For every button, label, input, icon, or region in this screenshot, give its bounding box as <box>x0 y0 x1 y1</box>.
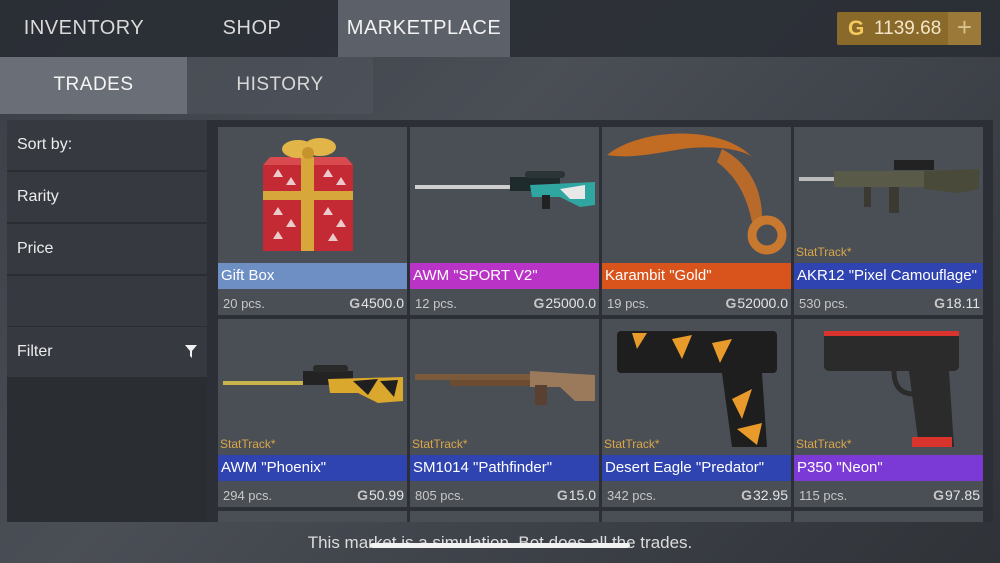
item-price: G52000.0 <box>725 295 789 311</box>
home-indicator[interactable] <box>370 543 630 548</box>
stattrack-tag: StatTrack* <box>796 245 852 259</box>
karambit-knife-icon <box>607 133 787 255</box>
sniper-rifle-icon <box>223 365 403 403</box>
sort-option-price[interactable]: Price <box>7 224 207 274</box>
tab-history[interactable]: HISTORY <box>187 57 373 114</box>
item-name: SM1014 "Pathfinder" <box>410 455 599 481</box>
funnel-icon <box>185 345 197 358</box>
item-card-partial[interactable] <box>602 511 791 522</box>
item-name: Desert Eagle "Predator" <box>602 455 791 481</box>
item-name: AWM "SPORT V2" <box>410 263 599 289</box>
item-quantity: 530 pcs. <box>799 296 849 311</box>
item-quantity: 19 pcs. <box>607 296 649 311</box>
sort-by-label: Sort by: <box>7 120 207 170</box>
item-price: G15.0 <box>556 487 596 503</box>
item-card[interactable]: StatTrack* SM1014 "Pathfinder" 805 pcs. … <box>410 319 599 507</box>
balance-display: G 1139.68 + <box>837 12 981 45</box>
stattrack-tag: StatTrack* <box>604 437 660 451</box>
item-price: G32.95 <box>741 487 788 503</box>
add-funds-button[interactable]: + <box>948 12 981 45</box>
tab-shop[interactable]: SHOP <box>168 0 336 57</box>
sub-nav-bar: TRADES HISTORY <box>0 57 1000 114</box>
item-price: G4500.0 <box>349 295 404 311</box>
filter-button[interactable]: Filter <box>7 327 207 377</box>
pistol-icon <box>824 331 959 447</box>
item-quantity: 20 pcs. <box>223 296 265 311</box>
balance-value: 1139.68 <box>874 17 942 39</box>
item-name: Karambit "Gold" <box>602 263 791 289</box>
stattrack-tag: StatTrack* <box>412 437 468 451</box>
filter-label: Filter <box>17 343 53 360</box>
item-name: AWM "Phoenix" <box>218 455 407 481</box>
tab-trades[interactable]: TRADES <box>0 57 187 114</box>
item-price: G97.85 <box>933 487 980 503</box>
item-card[interactable]: StatTrack* Desert Eagle "Predator" 342 p… <box>602 319 791 507</box>
item-card[interactable]: StatTrack* P350 "Neon" 115 pcs. G97.85 <box>794 319 983 507</box>
item-name: AKR12 "Pixel Camouflage" <box>794 263 983 289</box>
shotgun-icon <box>415 371 595 405</box>
item-card[interactable]: AWM "SPORT V2" 12 pcs. G25000.0 <box>410 127 599 315</box>
item-quantity: 115 pcs. <box>799 488 848 503</box>
sort-option-rarity[interactable]: Rarity <box>7 172 207 222</box>
item-card[interactable]: StatTrack* AWM "Phoenix" 294 pcs. G50.99 <box>218 319 407 507</box>
item-card[interactable]: Gift Box 20 pcs. G4500.0 <box>218 127 407 315</box>
item-quantity: 12 pcs. <box>415 296 457 311</box>
item-card[interactable]: Karambit "Gold" 19 pcs. G52000.0 <box>602 127 791 315</box>
item-quantity: 342 pcs. <box>607 488 657 503</box>
plus-icon: + <box>956 12 973 42</box>
item-card-partial[interactable] <box>218 511 407 522</box>
top-nav-bar: INVENTORY SHOP MARKETPLACE G 1139.68 + <box>0 0 1000 57</box>
item-grid: Gift Box 20 pcs. G4500.0 AWM "SPORT V2" … <box>218 127 988 522</box>
item-name: Gift Box <box>218 263 407 289</box>
marketplace-panel: Sort by: Rarity Price Filter Gift Box 20… <box>7 120 993 522</box>
stattrack-tag: StatTrack* <box>220 437 276 451</box>
item-card-partial[interactable] <box>794 511 983 522</box>
gift-box-icon <box>263 138 353 251</box>
item-quantity: 805 pcs. <box>415 488 465 503</box>
item-card[interactable]: StatTrack* AKR12 "Pixel Camouflage" 530 … <box>794 127 983 315</box>
item-price: G25000.0 <box>533 295 597 311</box>
item-price: G50.99 <box>357 487 404 503</box>
assault-rifle-icon <box>799 160 979 213</box>
gold-g-coin-icon: G <box>848 16 865 40</box>
stattrack-tag: StatTrack* <box>796 437 852 451</box>
pistol-icon <box>617 331 777 447</box>
sniper-rifle-icon <box>415 171 595 209</box>
tab-marketplace[interactable]: MARKETPLACE <box>338 0 510 57</box>
item-quantity: 294 pcs. <box>223 488 273 503</box>
item-card-partial[interactable] <box>410 511 599 522</box>
item-name: P350 "Neon" <box>794 455 983 481</box>
item-price: G18.11 <box>934 295 980 311</box>
sort-filter-sidebar: Sort by: Rarity Price Filter <box>7 120 207 522</box>
tab-inventory[interactable]: INVENTORY <box>0 0 168 57</box>
sidebar-spacer <box>7 276 207 326</box>
